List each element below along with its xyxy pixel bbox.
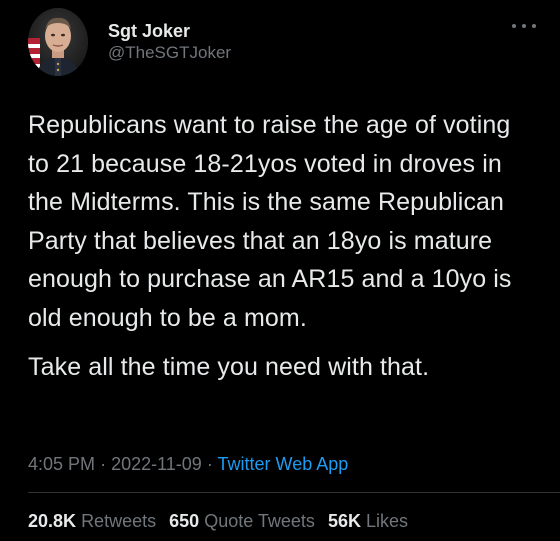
- likes-stat[interactable]: 56K Likes: [328, 509, 408, 533]
- retweets-label: Retweets: [81, 511, 157, 531]
- tweet-time[interactable]: 4:05 PM: [28, 454, 95, 474]
- quote-tweets-label: Quote Tweets: [204, 511, 315, 531]
- quote-tweets-count: 650: [169, 511, 200, 531]
- tweet-stats: 20.8K Retweets 650 Quote Tweets 56K Like…: [28, 509, 416, 533]
- likes-count: 56K: [327, 511, 361, 531]
- retweets-count: 20.8K: [28, 511, 77, 531]
- more-dot: [522, 24, 526, 28]
- avatar-image: [28, 8, 88, 76]
- display-name[interactable]: Sgt Joker: [108, 20, 231, 42]
- tweet-source-link[interactable]: Twitter Web App: [218, 454, 349, 474]
- tweet-text: Republicans want to raise the age of vot…: [28, 106, 538, 386]
- tweet-paragraph: Take all the time you need with that.: [28, 352, 430, 381]
- avatar[interactable]: [28, 8, 88, 76]
- quote-tweets-stat[interactable]: 650 Quote Tweets: [169, 509, 315, 533]
- divider: [28, 492, 560, 493]
- user-names: Sgt Joker @TheSGTJoker: [108, 20, 231, 64]
- more-horizontal-icon[interactable]: [512, 18, 536, 34]
- tweet-metadata: 4:05 PM · 2022-11-09 · Twitter Web App: [28, 452, 348, 476]
- meta-separator: ·: [206, 454, 213, 474]
- tweet-header: Sgt Joker @TheSGTJoker: [24, 8, 536, 78]
- tweet-date[interactable]: 2022-11-09: [111, 454, 202, 474]
- more-dot: [532, 24, 536, 28]
- meta-separator: ·: [100, 454, 107, 474]
- user-handle[interactable]: @TheSGTJoker: [108, 42, 231, 64]
- retweets-stat[interactable]: 20.8K Retweets: [28, 509, 156, 533]
- tweet-paragraph: Republicans want to raise the age of vot…: [28, 111, 512, 332]
- likes-label: Likes: [365, 511, 409, 531]
- tweet-container: Sgt Joker @TheSGTJoker Republicans want …: [0, 0, 560, 541]
- more-dot: [512, 24, 516, 28]
